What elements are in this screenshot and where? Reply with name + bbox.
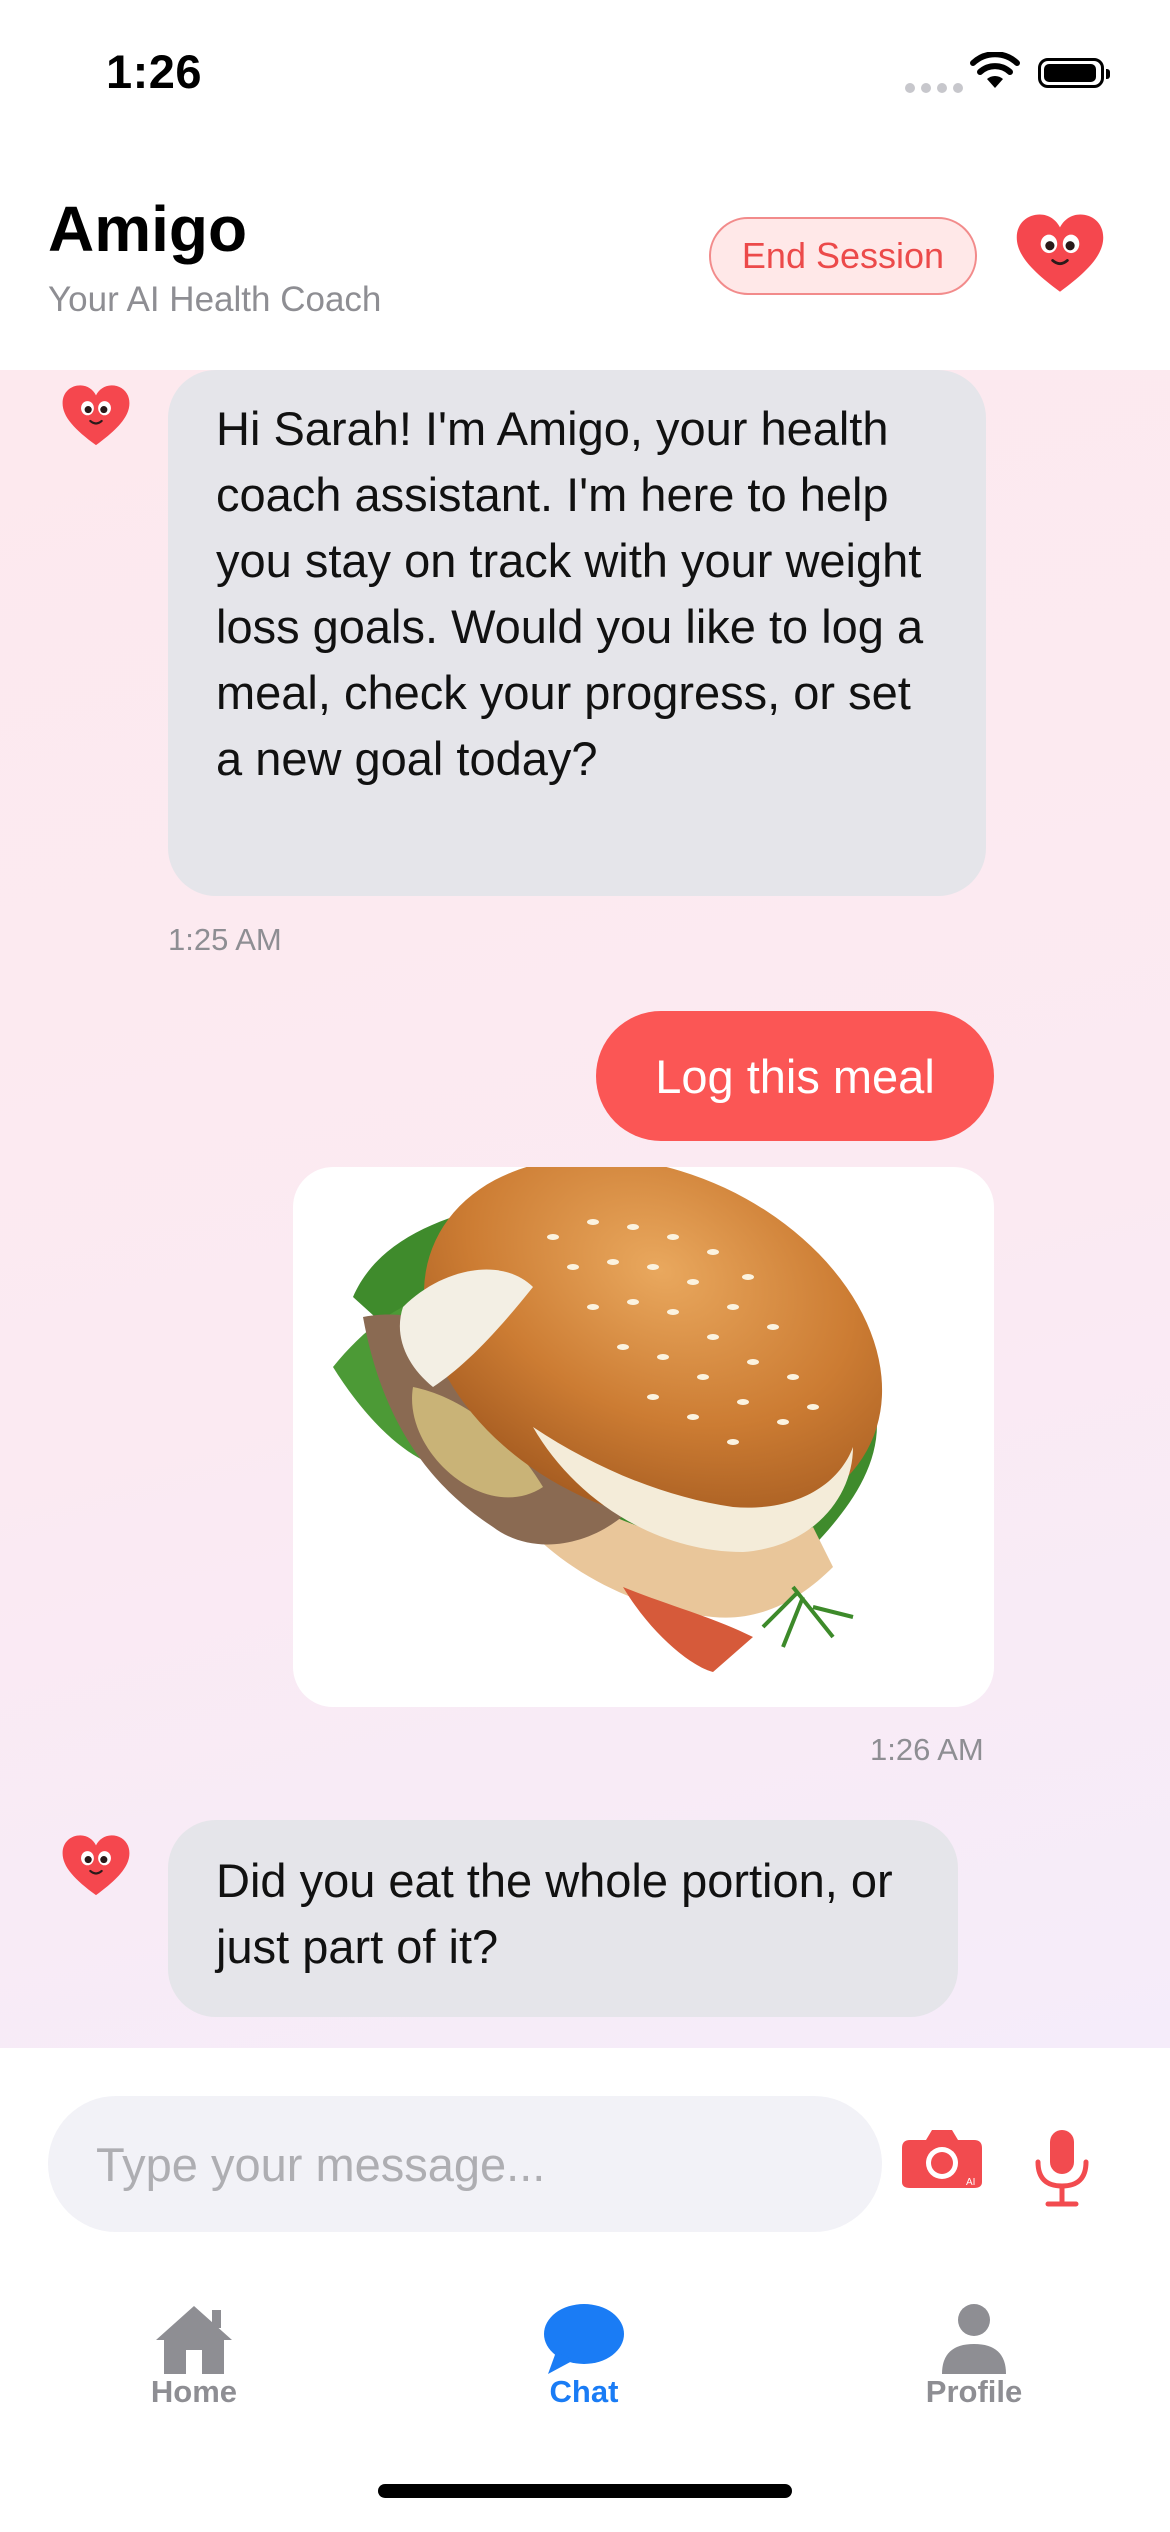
status-bar: 1:26 [0, 0, 1170, 140]
cellular-signal-icon [905, 80, 969, 98]
message-composer [0, 2048, 1170, 2262]
message-timestamp: 1:25 AM [168, 922, 282, 957]
status-time: 1:26 [106, 45, 203, 98]
tab-label: Home [150, 2374, 238, 2409]
house-icon [156, 2306, 232, 2374]
assistant-avatar-icon [60, 1834, 132, 1898]
message-text: Did you eat the whole portion, or just p… [216, 1854, 893, 1973]
amigo-heart-logo-icon[interactable] [1014, 212, 1106, 296]
message-input[interactable] [48, 2096, 882, 2232]
tab-home[interactable]: Home [94, 2302, 294, 2422]
assistant-avatar-icon [60, 384, 132, 448]
camera-icon[interactable]: AI [900, 2128, 984, 2190]
assistant-message-bubble: Did you eat the whole portion, or just p… [168, 1820, 958, 2017]
tab-label: Chat [549, 2374, 619, 2409]
tab-label: Profile [925, 2374, 1023, 2409]
microphone-icon[interactable] [1032, 2128, 1092, 2208]
svg-text:AI: AI [966, 2177, 975, 2188]
page-title: Amigo [48, 193, 248, 265]
wifi-icon [970, 52, 1020, 88]
person-icon [942, 2304, 1006, 2374]
chat-header: Amigo Your AI Health Coach End Session [0, 140, 1170, 370]
message-timestamp: 1:26 AM [870, 1732, 984, 1767]
user-message-bubble: Log this meal [596, 1011, 994, 1141]
burger-image [333, 1167, 883, 1672]
message-text: Log this meal [655, 1049, 935, 1103]
chat-bubble-icon [544, 2304, 624, 2374]
tab-profile[interactable]: Profile [874, 2302, 1074, 2422]
assistant-message-bubble: Hi Sarah! I'm Amigo, your health coach a… [168, 370, 986, 896]
chat-messages[interactable]: Hi Sarah! I'm Amigo, your health coach a… [0, 370, 1170, 2048]
message-text: Hi Sarah! I'm Amigo, your health coach a… [216, 402, 924, 785]
tab-chat[interactable]: Chat [484, 2302, 684, 2422]
battery-icon [1038, 58, 1110, 88]
home-indicator[interactable] [378, 2484, 792, 2498]
burger-photo[interactable] [293, 1167, 994, 1707]
page-subtitle: Your AI Health Coach [48, 280, 382, 319]
end-session-button[interactable]: End Session [709, 217, 977, 295]
